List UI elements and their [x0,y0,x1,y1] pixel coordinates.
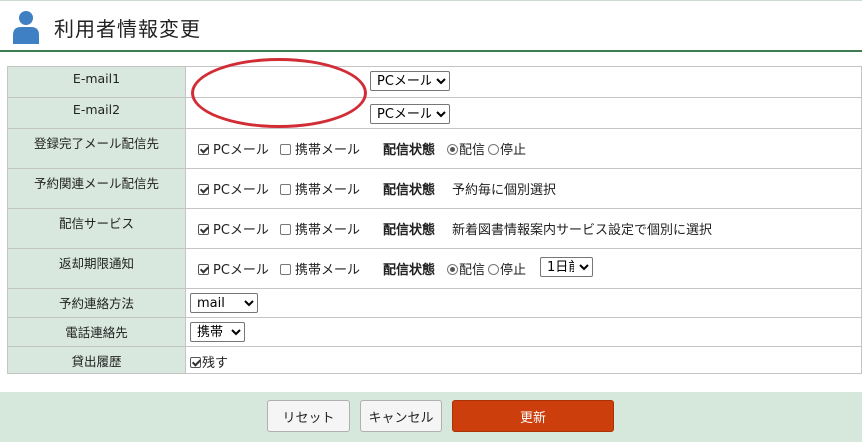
row-history: 貸出履歴 残す [7,346,862,374]
update-button[interactable]: 更新 [452,400,614,432]
history-checkbox[interactable] [190,357,201,368]
email1-type-select[interactable]: PCメール [370,71,450,91]
contact-method-select[interactable]: mail [190,293,258,313]
reg-stop-option[interactable]: 停止 [488,139,526,158]
page-header: 利用者情報変更 [0,0,862,52]
row-reg-complete: 登録完了メール配信先 PCメール 携帯メール 配信状態 配信 停止 [7,128,862,169]
label-contact-method: 予約連絡方法 [7,288,186,318]
ret-mobile-checkbox[interactable] [280,264,291,275]
history-label: 残す [202,356,229,371]
reg-status-label: 配信状態 [383,143,436,158]
user-icon [13,11,39,44]
label-service: 配信サービス [7,208,186,249]
res-status-text: 予約毎に個別選択 [452,183,557,198]
reg-mobile-label: 携帯メール [295,143,361,158]
ret-pc-checkbox[interactable] [198,264,209,275]
svc-status-label: 配信状態 [383,223,436,238]
label-reg-complete: 登録完了メール配信先 [7,128,186,169]
ret-stop-option[interactable]: 停止 [488,259,526,278]
reg-pc-label: PCメール [213,143,269,158]
ret-status-label: 配信状態 [383,263,436,278]
email2-type-select[interactable]: PCメール [370,104,450,124]
svc-pc-checkbox[interactable] [198,224,209,235]
label-reservation: 予約関連メール配信先 [7,168,186,209]
page-title: 利用者情報変更 [54,17,201,41]
ret-mobile-label: 携帯メール [295,263,361,278]
ret-pc-option[interactable]: PCメール [198,259,269,278]
history-option[interactable]: 残す [190,352,228,371]
reg-stop-label: 停止 [500,143,527,158]
reg-deliver-option[interactable]: 配信 [447,139,485,158]
phone-contact-select[interactable]: 携帯 [190,322,245,342]
res-pc-option[interactable]: PCメール [198,179,269,198]
label-return-notice: 返却期限通知 [7,248,186,289]
reg-mobile-checkbox[interactable] [280,144,291,155]
row-contact-method: 予約連絡方法 mail [7,288,862,318]
row-email1: E-mail1 PCメール [7,66,862,98]
label-email2: E-mail2 [7,97,186,129]
svc-mobile-checkbox[interactable] [280,224,291,235]
svc-mobile-label: 携帯メール [295,223,361,238]
reg-deliver-radio[interactable] [447,144,458,155]
reg-pc-option[interactable]: PCメール [198,139,269,158]
reset-button[interactable]: リセット [267,400,350,432]
res-mobile-option[interactable]: 携帯メール [280,179,360,198]
label-email1: E-mail1 [7,66,186,98]
label-phone-contact: 電話連絡先 [7,317,186,347]
svc-status-text: 新着図書情報案内サービス設定で個別に選択 [452,223,713,238]
ret-stop-label: 停止 [500,263,527,278]
ret-deliver-radio[interactable] [447,264,458,275]
svc-pc-option[interactable]: PCメール [198,219,269,238]
user-info-form: E-mail1 PCメール E-mail2 PCメール 登録完了メール配信先 P… [7,66,862,374]
row-email2: E-mail2 PCメール [7,97,862,129]
ret-pc-label: PCメール [213,263,269,278]
row-service: 配信サービス PCメール 携帯メール 配信状態 新着図書情報案内サービス設定で個… [7,208,862,249]
row-phone-contact: 電話連絡先 携帯 [7,317,862,347]
reg-pc-checkbox[interactable] [198,144,209,155]
footer-bar: リセット キャンセル 更新 [0,392,862,442]
cancel-button[interactable]: キャンセル [360,400,442,432]
res-pc-label: PCメール [213,183,269,198]
annotation-ellipse [191,58,367,128]
svc-mobile-option[interactable]: 携帯メール [280,219,360,238]
reg-mobile-option[interactable]: 携帯メール [280,139,360,158]
res-status-label: 配信状態 [383,183,436,198]
ret-mobile-option[interactable]: 携帯メール [280,259,360,278]
ret-stop-radio[interactable] [488,264,499,275]
res-pc-checkbox[interactable] [198,184,209,195]
res-mobile-label: 携帯メール [295,183,361,198]
reg-deliver-label: 配信 [459,143,486,158]
label-history: 貸出履歴 [7,346,186,374]
row-return-notice: 返却期限通知 PCメール 携帯メール 配信状態 配信 停止 1日前 [7,248,862,289]
res-mobile-checkbox[interactable] [280,184,291,195]
svc-pc-label: PCメール [213,223,269,238]
row-reservation: 予約関連メール配信先 PCメール 携帯メール 配信状態 予約毎に個別選択 [7,168,862,209]
ret-deliver-label: 配信 [459,263,486,278]
reg-stop-radio[interactable] [488,144,499,155]
return-timing-select[interactable]: 1日前 [540,257,593,277]
ret-deliver-option[interactable]: 配信 [447,259,485,278]
